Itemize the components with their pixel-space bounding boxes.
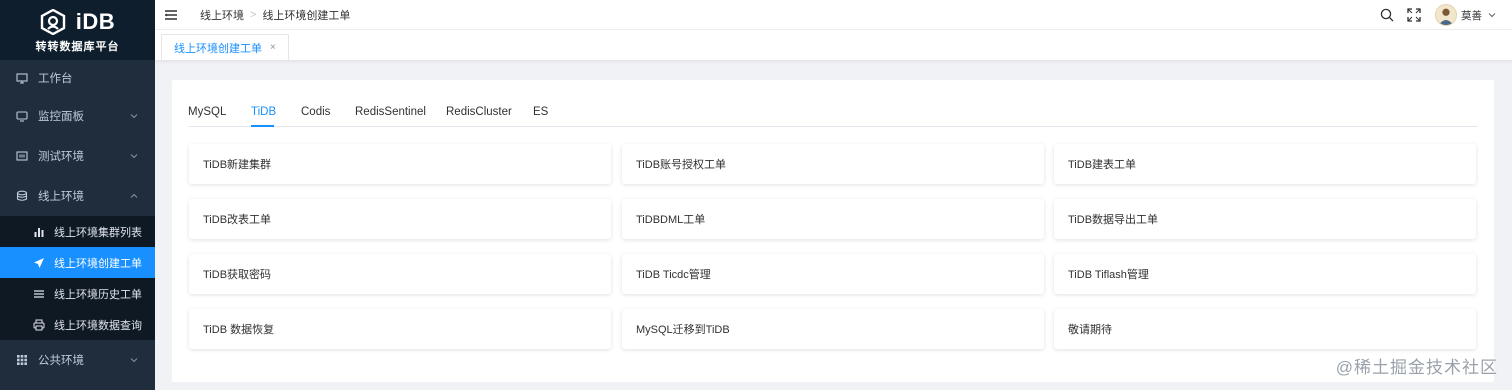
user-name[interactable]: 莫善 (1461, 8, 1482, 23)
sidebar-item-monitor[interactable]: 监控面板 (0, 96, 155, 136)
monitor-icon (16, 110, 28, 122)
breadcrumb-item[interactable]: 线上环境 (200, 7, 244, 23)
sidebar-item-label: 工作台 (38, 73, 73, 85)
tag-online-create-ticket[interactable]: 线上环境创建工单 × (161, 34, 289, 60)
brand-name: iDB (75, 8, 116, 34)
close-icon[interactable]: × (270, 42, 276, 53)
tile-tidb-new-cluster[interactable]: TiDB新建集群 (189, 144, 611, 184)
top-navbar: 线上环境 > 线上环境创建工单 莫善 (155, 0, 1512, 30)
tab-redis-cluster[interactable]: RedisCluster (446, 106, 512, 127)
fullscreen-icon[interactable] (1407, 8, 1421, 22)
sidebar-item-label: 线上环境历史工单 (54, 288, 142, 301)
tile-mysql-to-tidb[interactable]: MySQL迁移到TiDB (622, 309, 1044, 349)
sidebar-item-label: 测试环境 (38, 151, 84, 163)
chevron-down-icon (130, 154, 138, 159)
brand-subtitle: 转转数据库平台 (35, 40, 120, 53)
tile-tidb-data-export[interactable]: TiDB数据导出工单 (1054, 199, 1476, 239)
tile-tidb-ticdc[interactable]: TiDB Ticdc管理 (622, 254, 1044, 294)
chevron-up-icon (130, 193, 138, 198)
grid-icon (16, 354, 28, 366)
sidebar-item-online-create-ticket[interactable]: 线上环境创建工单 (0, 247, 155, 278)
avatar[interactable] (1435, 4, 1457, 26)
printer-icon (33, 319, 45, 331)
sidebar-item-public-env[interactable]: 公共环境 (0, 340, 155, 380)
search-icon[interactable] (1380, 8, 1394, 22)
logo-icon (40, 8, 65, 35)
tile-tidb-dml[interactable]: TiDBDML工单 (622, 199, 1044, 239)
tile-tidb-tiflash[interactable]: TiDB Tiflash管理 (1054, 254, 1476, 294)
sidebar-item-workbench[interactable]: 工作台 (0, 60, 155, 96)
sidebar-item-label: 线上环境集群列表 (54, 226, 142, 239)
watermark: @稀土掘金技术社区 (1335, 358, 1498, 377)
tags-view: 线上环境创建工单 × (155, 30, 1512, 61)
chevron-down-icon (130, 114, 138, 119)
sidebar-item-online-env[interactable]: 线上环境 (0, 176, 155, 216)
list-icon (33, 288, 45, 300)
db-type-tabs: MySQL TiDB Codis RedisSentinel RedisClus… (188, 106, 1478, 127)
caret-down-icon[interactable] (1488, 11, 1496, 19)
bar-chart-icon (33, 226, 45, 238)
sidebar-item-label: 监控面板 (38, 111, 84, 123)
sidebar-item-online-cluster-list[interactable]: 线上环境集群列表 (0, 216, 155, 247)
online-env-submenu: 线上环境集群列表 线上环境创建工单 线上环境历史工单 线上环境数据查询 (0, 216, 155, 340)
sidebar-item-test-env[interactable]: 测试环境 (0, 136, 155, 176)
tile-tidb-alter-table[interactable]: TiDB改表工单 (189, 199, 611, 239)
test-env-icon (16, 150, 28, 162)
database-icon (16, 190, 28, 202)
send-icon (33, 257, 45, 269)
breadcrumb-item-current: 线上环境创建工单 (262, 9, 351, 22)
chevron-down-icon (130, 358, 138, 363)
tile-tidb-account-grant[interactable]: TiDB账号授权工单 (622, 144, 1044, 184)
tab-codis[interactable]: Codis (301, 106, 330, 127)
sidebar: iDB 转转数据库平台 工作台 监控面板 测试环境 线上环境 线上环境集群列表 … (0, 0, 155, 390)
tag-label: 线上环境创建工单 (174, 42, 262, 55)
sidebar-item-online-history-ticket[interactable]: 线上环境历史工单 (0, 278, 155, 309)
sidebar-item-online-data-query[interactable]: 线上环境数据查询 (0, 309, 155, 340)
sidebar-item-label: 公共环境 (38, 355, 84, 367)
tab-es[interactable]: ES (533, 106, 548, 127)
tab-active-indicator (251, 125, 274, 127)
brand[interactable]: iDB 转转数据库平台 (0, 0, 155, 60)
sidebar-item-label: 线上环境数据查询 (54, 319, 142, 332)
workbench-icon (16, 72, 28, 84)
tab-redis-sentinel[interactable]: RedisSentinel (355, 106, 426, 127)
tab-mysql[interactable]: MySQL (188, 106, 226, 127)
tab-tidb[interactable]: TiDB (251, 106, 276, 127)
topbar-actions: 莫善 (1380, 0, 1512, 30)
sidebar-item-label: 线上环境创建工单 (54, 257, 142, 270)
tile-tidb-create-table[interactable]: TiDB建表工单 (1054, 144, 1476, 184)
ticket-type-card: MySQL TiDB Codis RedisSentinel RedisClus… (172, 80, 1494, 382)
tile-tidb-get-password[interactable]: TiDB获取密码 (189, 254, 611, 294)
hamburger-icon[interactable] (164, 9, 178, 21)
user-avatar-icon (1438, 8, 1454, 25)
breadcrumb-separator: > (250, 8, 257, 21)
tile-coming-soon[interactable]: 敬请期待 (1054, 309, 1476, 349)
sidebar-item-label: 线上环境 (38, 191, 84, 203)
tile-tidb-data-restore[interactable]: TiDB 数据恢复 (189, 309, 611, 349)
